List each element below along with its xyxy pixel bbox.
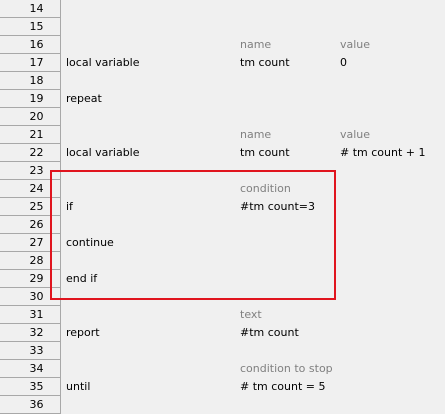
row-number-label: 26 [29,218,44,231]
row-number[interactable]: 28 [0,252,61,270]
row-number-label: 17 [29,56,44,69]
row-number-label: 22 [29,146,44,159]
row-number[interactable]: 35 [0,378,61,396]
row-number-label: 31 [29,308,44,321]
row-number-label: 25 [29,200,44,213]
row-number-label: 16 [29,38,44,51]
param-header: value [340,38,371,51]
row-number-label: 24 [29,182,44,195]
script-sheet: 14 15 16 name value 17 local variable tm count 0… [0,0,445,414]
table-row[interactable]: 25 if #tm count=3 [0,198,445,216]
row-number-label: 35 [29,380,44,393]
row-number-label: 18 [29,74,44,87]
param-cell[interactable]: tm count [240,144,290,162]
table-row[interactable]: 26 [0,216,445,234]
command-cell[interactable]: continue [66,234,114,252]
row-number[interactable]: 31 [0,306,61,324]
param-header: name [240,38,272,51]
param-cell[interactable]: #tm count [240,324,299,342]
row-number[interactable]: 26 [0,216,61,234]
row-number[interactable]: 19 [0,90,61,108]
row-number[interactable]: 17 [0,54,61,72]
table-row[interactable]: 36 [0,396,445,414]
table-row[interactable]: 19 repeat [0,90,445,108]
row-number-label: 33 [29,344,44,357]
command-cell[interactable]: until [66,378,90,396]
table-row[interactable]: 34 condition to stop [0,360,445,378]
table-row[interactable]: 24 condition [0,180,445,198]
command-cell[interactable]: if [66,198,73,216]
param-header: text [240,308,262,321]
row-number-label: 15 [29,20,44,33]
row-number[interactable]: 14 [0,0,61,18]
table-row[interactable]: 21 name value [0,126,445,144]
row-number-label: 29 [29,272,44,285]
table-row[interactable]: 28 [0,252,445,270]
command-cell[interactable]: report [66,324,100,342]
table-row[interactable]: 30 [0,288,445,306]
row-number[interactable]: 22 [0,144,61,162]
row-number[interactable]: 16 [0,36,61,54]
param-cell[interactable]: #tm count=3 [240,198,315,216]
row-number-label: 21 [29,128,44,141]
table-row[interactable]: 35 until # tm count = 5 [0,378,445,396]
table-row[interactable]: 33 [0,342,445,360]
table-row[interactable]: 14 [0,0,445,18]
table-row[interactable]: 23 [0,162,445,180]
row-number[interactable]: 29 [0,270,61,288]
table-row[interactable]: 29 end if [0,270,445,288]
table-row[interactable]: 17 local variable tm count 0 [0,54,445,72]
row-number-label: 32 [29,326,44,339]
row-number-label: 19 [29,92,44,105]
row-number[interactable]: 27 [0,234,61,252]
row-number[interactable]: 25 [0,198,61,216]
row-number-label: 27 [29,236,44,249]
param-header: name [240,128,272,141]
row-number-label: 14 [29,2,44,15]
row-number[interactable]: 33 [0,342,61,360]
table-row[interactable]: 15 [0,18,445,36]
row-number-label: 34 [29,362,44,375]
table-row[interactable]: 18 [0,72,445,90]
row-number-label: 23 [29,164,44,177]
table-row[interactable]: 27 continue [0,234,445,252]
row-number[interactable]: 21 [0,126,61,144]
row-number[interactable]: 18 [0,72,61,90]
row-number[interactable]: 24 [0,180,61,198]
row-number[interactable]: 34 [0,360,61,378]
command-cell[interactable]: local variable [66,144,140,162]
value-cell[interactable]: 0 [340,54,347,72]
command-cell[interactable]: end if [66,270,97,288]
row-number[interactable]: 30 [0,288,61,306]
table-row[interactable]: 32 report #tm count [0,324,445,342]
row-number-label: 20 [29,110,44,123]
row-number[interactable]: 15 [0,18,61,36]
table-row[interactable]: 31 text [0,306,445,324]
param-cell[interactable]: # tm count = 5 [240,378,325,396]
param-header: condition [240,182,291,195]
row-number[interactable]: 36 [0,396,61,414]
command-cell[interactable]: repeat [66,90,102,108]
param-cell[interactable]: tm count [240,54,290,72]
command-cell[interactable]: local variable [66,54,140,72]
param-header: condition to stop [240,362,333,375]
row-number[interactable]: 23 [0,162,61,180]
param-header: value [340,128,371,141]
table-row[interactable]: 22 local variable tm count # tm count + 1 [0,144,445,162]
row-number[interactable]: 20 [0,108,61,126]
row-number[interactable]: 32 [0,324,61,342]
row-number-label: 28 [29,254,44,267]
value-cell[interactable]: # tm count + 1 [340,144,425,162]
table-row[interactable]: 16 name value [0,36,445,54]
row-number-label: 36 [29,398,44,411]
row-number-label: 30 [29,290,44,303]
table-row[interactable]: 20 [0,108,445,126]
